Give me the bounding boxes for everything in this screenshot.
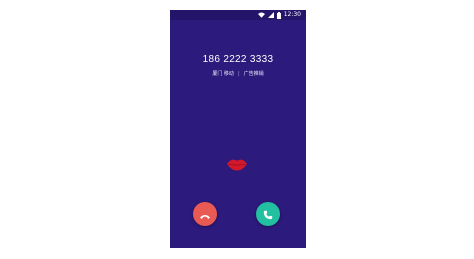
accept-call-button[interactable]	[256, 202, 280, 226]
caller-info: 厦门 移动 | 广告推销	[170, 70, 306, 78]
battery-icon	[276, 11, 281, 19]
status-time: 12:30	[283, 11, 301, 18]
incoming-call-screen: 12:30 186 2222 3333 厦门 移动 | 广告推销	[170, 10, 306, 248]
decline-call-button[interactable]	[193, 202, 217, 226]
caller-tag: 广告推销	[243, 71, 264, 77]
caller-location: 厦门 移动	[212, 71, 234, 77]
info-separator: |	[237, 70, 240, 77]
caller-number: 186 2222 3333	[202, 54, 274, 65]
wifi-icon	[257, 12, 265, 18]
signal-icon	[267, 12, 274, 18]
status-bar: 12:30	[170, 10, 306, 20]
hang-up-icon	[199, 205, 211, 224]
phone-icon	[263, 205, 273, 224]
lips-icon	[227, 156, 247, 175]
